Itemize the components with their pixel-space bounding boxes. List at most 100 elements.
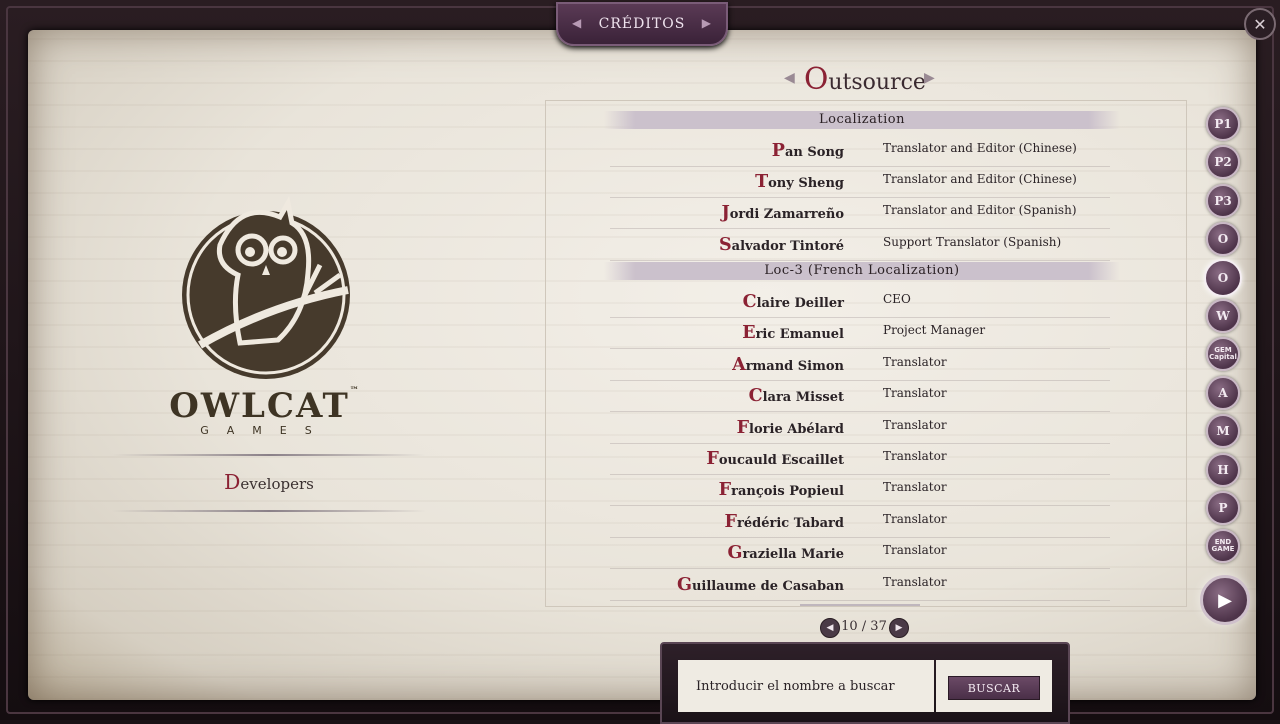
credit-role: Translator and Editor (Chinese) bbox=[883, 141, 1077, 155]
credit-role: Translator and Editor (Chinese) bbox=[883, 172, 1077, 186]
credit-name: Foucauld Escaillet bbox=[706, 449, 844, 469]
brand-name-text: OWLCAT bbox=[169, 386, 350, 426]
prev-page-button[interactable]: ◀ bbox=[820, 618, 840, 638]
section-heading-rest: utsource bbox=[828, 70, 926, 95]
credit-name-rest: rançois Popieul bbox=[731, 484, 844, 499]
credit-name-rest: ric Emanuel bbox=[755, 327, 844, 342]
credit-name: Clara Misset bbox=[749, 386, 844, 406]
close-button[interactable]: ✕ bbox=[1244, 8, 1276, 40]
credit-name-rest: laire Deiller bbox=[756, 296, 844, 311]
credit-role: Translator bbox=[883, 355, 947, 369]
credit-role: CEO bbox=[883, 292, 911, 306]
credit-name: Florie Abélard bbox=[737, 418, 844, 438]
credit-role: Translator and Editor (Spanish) bbox=[883, 203, 1077, 217]
credit-name: Armand Simon bbox=[732, 355, 844, 375]
credit-entry: Tony Sheng Translator and Editor (Chinese… bbox=[610, 166, 1110, 198]
credit-name-rest: rmand Simon bbox=[745, 359, 844, 374]
credit-name-initial: F bbox=[724, 512, 737, 532]
pathfinder-3-icon[interactable]: P3 bbox=[1206, 183, 1240, 218]
owl-logo-icon bbox=[182, 195, 350, 379]
wave-logo-icon[interactable]: W bbox=[1206, 299, 1240, 333]
next-page-button[interactable]: ▶ bbox=[889, 618, 909, 638]
credit-entry: Clara Misset Translator bbox=[610, 380, 1110, 412]
hexagon-logo-icon[interactable]: H bbox=[1206, 452, 1240, 487]
credit-name: Pan Song bbox=[772, 141, 844, 161]
credit-name-initial: F bbox=[736, 418, 750, 438]
credit-name-initial: J bbox=[721, 203, 730, 223]
brand-name: OWLCAT™ bbox=[150, 386, 380, 426]
outsource-icon[interactable]: O bbox=[1204, 258, 1242, 297]
credit-role: Translator bbox=[883, 480, 947, 494]
credit-entry: Foucauld Escaillet Translator bbox=[610, 443, 1110, 475]
credit-name-initial: P bbox=[771, 141, 785, 161]
credit-name-rest: ony Sheng bbox=[768, 176, 844, 191]
trademark: ™ bbox=[349, 386, 361, 396]
credit-entry: Armand Simon Translator bbox=[610, 349, 1110, 381]
credit-entry: François Popieul Translator bbox=[610, 474, 1110, 506]
credit-name-rest: lorie Abélard bbox=[749, 422, 844, 437]
credit-name-rest: alvador Tintoré bbox=[731, 239, 844, 254]
credit-role: Support Translator (Spanish) bbox=[883, 235, 1062, 249]
credit-role: Translator bbox=[883, 543, 947, 557]
credit-name-initial: E bbox=[742, 323, 756, 343]
credit-name-initial: G bbox=[727, 543, 743, 563]
credit-name-initial: G bbox=[676, 575, 692, 595]
credit-name: Graziella Marie bbox=[727, 543, 844, 563]
category-initial: D bbox=[224, 470, 241, 494]
left-ornament-icon: ◀ bbox=[572, 16, 583, 30]
credit-role: Translator bbox=[883, 512, 947, 526]
credit-role: Translator bbox=[883, 418, 947, 432]
armor-icon[interactable]: A bbox=[1206, 375, 1240, 410]
credit-name-initial: A bbox=[732, 355, 746, 375]
section-heading-initial: O bbox=[804, 62, 829, 97]
list-bottom-ornament bbox=[800, 596, 920, 606]
credit-name: Guillaume de Casaban bbox=[677, 575, 844, 595]
chevron-right-icon: ▶ bbox=[895, 623, 903, 633]
credit-name-initial: C bbox=[742, 292, 757, 312]
right-ornament-icon: ▶ bbox=[701, 16, 712, 30]
chevron-logo-icon[interactable]: M bbox=[1206, 414, 1240, 449]
play-button[interactable]: ▶ bbox=[1200, 575, 1250, 625]
credit-name-rest: an Song bbox=[784, 145, 844, 160]
credit-entry: Graziella Marie Translator bbox=[610, 537, 1110, 569]
credit-name-initial: F bbox=[706, 449, 719, 469]
credit-role: Project Manager bbox=[883, 323, 986, 337]
pathfinder-icon[interactable]: P bbox=[1206, 491, 1240, 525]
page-indicator: 10 / 37 bbox=[841, 619, 887, 634]
page-title: CRÉDITOS bbox=[598, 16, 686, 32]
title-tab: ◀ CRÉDITOS ▶ bbox=[556, 2, 728, 46]
credit-role: Translator bbox=[883, 575, 947, 589]
credit-role: Translator bbox=[883, 449, 947, 463]
credit-name: François Popieul bbox=[719, 480, 844, 500]
credit-name-initial: C bbox=[748, 386, 763, 406]
search-input[interactable] bbox=[678, 660, 934, 712]
credit-name: Claire Deiller bbox=[743, 292, 844, 312]
category-label[interactable]: Developers bbox=[112, 470, 426, 494]
owlcat-logo bbox=[180, 195, 352, 385]
credit-name-rest: uillaume de Casaban bbox=[691, 579, 844, 594]
credit-name-rest: lara Misset bbox=[762, 390, 844, 405]
close-icon: ✕ bbox=[1253, 14, 1267, 34]
subsection-localization: Localization bbox=[604, 111, 1120, 129]
category-rest: evelopers bbox=[240, 475, 314, 493]
credit-entry: Jordi Zamarreño Translator and Editor (Sp… bbox=[610, 197, 1110, 229]
pathfinder-1-icon[interactable]: P1 bbox=[1206, 107, 1240, 141]
credit-name: Salvador Tintoré bbox=[719, 235, 844, 255]
credit-name-rest: rédéric Tabard bbox=[736, 516, 844, 531]
play-icon: ▶ bbox=[1218, 589, 1232, 611]
credit-name-rest: raziella Marie bbox=[742, 547, 844, 562]
credit-name: Jordi Zamarreño bbox=[721, 203, 844, 223]
credit-entry: Frédéric Tabard Translator bbox=[610, 506, 1110, 538]
credit-entry: Claire Deiller CEO bbox=[610, 286, 1110, 318]
heading-right-ornament-icon: ▶ bbox=[924, 70, 935, 86]
credit-name-initial: T bbox=[755, 172, 769, 192]
brand-subtitle: GAMES bbox=[200, 424, 330, 437]
credit-name-rest: ordi Zamarreño bbox=[729, 207, 844, 222]
credit-name: Eric Emanuel bbox=[742, 323, 844, 343]
divider-top bbox=[112, 454, 426, 456]
search-button[interactable]: BUSCAR bbox=[948, 676, 1040, 700]
divider-bottom bbox=[112, 510, 426, 512]
credit-name-initial: S bbox=[718, 235, 732, 255]
owlcat-icon[interactable]: O bbox=[1206, 222, 1240, 257]
credit-entry: Eric Emanuel Project Manager bbox=[610, 317, 1110, 349]
